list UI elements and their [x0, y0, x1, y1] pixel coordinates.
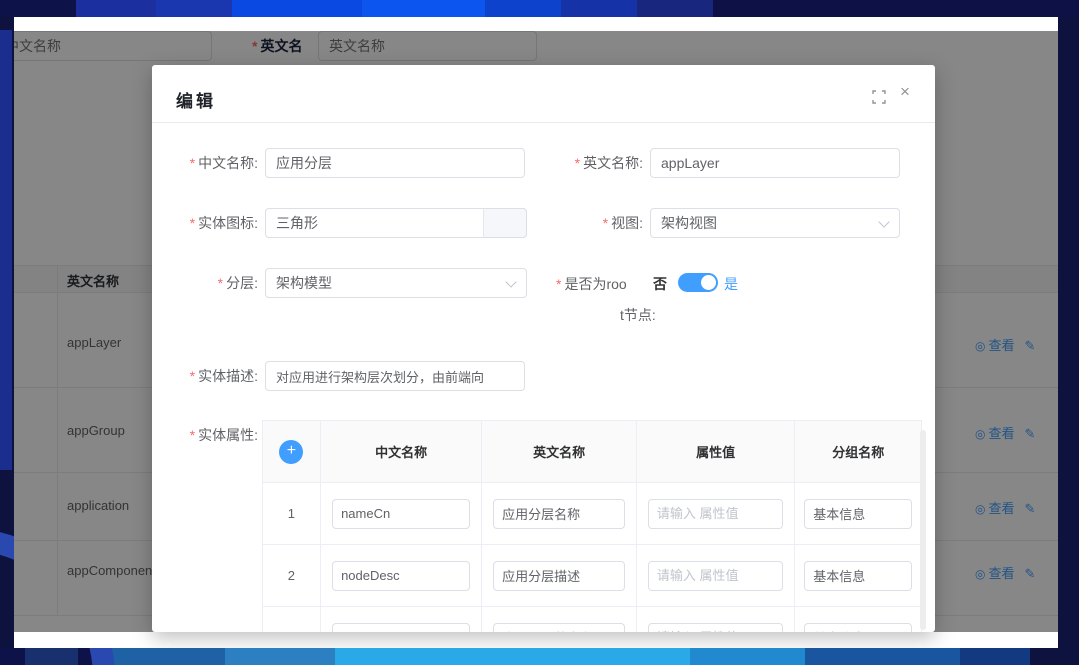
attr-table: + 中文名称 英文名称 属性值 分组名称 1 2 — [262, 420, 922, 632]
deco-segment — [225, 648, 335, 665]
attr-cell — [637, 483, 796, 544]
attr-en-input[interactable] — [493, 499, 625, 529]
attr-col-header: 属性值 — [696, 442, 735, 461]
deco-segment — [1030, 648, 1079, 665]
en-name-label: *英文名称: — [532, 148, 643, 178]
attr-value-input[interactable] — [648, 561, 783, 591]
top-deco-strip — [0, 0, 1079, 17]
row-number: 1 — [288, 506, 295, 521]
deco-segment — [76, 0, 156, 17]
is-root-toggle[interactable] — [678, 273, 718, 292]
attr-cell — [482, 483, 637, 544]
screen: *英文名 英文名称 appLayer appGroup application … — [0, 0, 1079, 665]
row-number: 3 — [288, 630, 295, 632]
toggle-on-text: 是 — [724, 274, 738, 294]
attr-en-input[interactable] — [493, 561, 625, 591]
attr-cell: 3 — [263, 607, 321, 632]
attr-cell — [795, 545, 921, 606]
attr-value-input[interactable] — [648, 623, 783, 633]
view-select[interactable] — [650, 208, 900, 238]
attr-en-input[interactable] — [493, 623, 625, 633]
attr-cell — [482, 545, 637, 606]
attr-col-header: 分组名称 — [832, 442, 884, 461]
close-icon[interactable]: × — [900, 83, 910, 100]
entity-attrs-label: *实体属性: — [152, 420, 258, 450]
attr-cell — [321, 545, 483, 606]
deco-segment — [561, 0, 637, 17]
deco-segment — [335, 648, 690, 665]
attr-value-input[interactable] — [648, 499, 783, 529]
en-name-input[interactable] — [650, 148, 900, 178]
deco-segment — [232, 0, 362, 17]
edit-dialog: 编辑 × *中文名称: *英文名称: *实体图标: — [152, 65, 935, 632]
deco-segment — [362, 0, 485, 17]
cn-name-label: *中文名称: — [152, 148, 258, 178]
entity-desc-input[interactable] — [265, 361, 525, 391]
attr-table-row: 1 — [263, 483, 921, 545]
attr-cell — [795, 483, 921, 544]
deco-segment — [110, 648, 225, 665]
attr-group-input[interactable] — [804, 561, 912, 591]
add-row-button[interactable]: + — [279, 440, 303, 464]
attr-group-input[interactable] — [804, 623, 912, 633]
is-root-label-line1: *是否为roo — [556, 274, 627, 294]
attr-header-cell: 中文名称 — [321, 421, 483, 482]
attr-cn-input[interactable] — [332, 561, 470, 591]
deco-segment — [713, 0, 1079, 17]
attr-header-cell: 英文名称 — [482, 421, 637, 482]
deco-segment — [0, 0, 76, 17]
view-label: *视图: — [532, 208, 643, 238]
app-window: *英文名 英文名称 appLayer appGroup application … — [14, 17, 1058, 648]
deco-segment — [805, 648, 960, 665]
required-asterisk: * — [190, 368, 195, 384]
bottom-deco-strip — [0, 648, 1079, 665]
dialog-title: 编辑 — [176, 87, 216, 112]
attr-cell — [637, 545, 796, 606]
attr-cn-input[interactable] — [332, 623, 470, 633]
attr-col-header: 中文名称 — [375, 442, 427, 461]
attr-col-header: 英文名称 — [533, 442, 585, 461]
attr-cell — [795, 607, 921, 632]
deco-segment — [960, 648, 1030, 665]
fullscreen-icon[interactable] — [872, 90, 886, 104]
attr-cell — [321, 607, 483, 632]
attr-table-header: + 中文名称 英文名称 属性值 分组名称 — [263, 421, 921, 483]
deco-segment — [485, 0, 561, 17]
dialog-scrollbar[interactable] — [920, 430, 926, 630]
required-asterisk: * — [190, 427, 195, 443]
deco-segment — [637, 0, 713, 17]
attr-cell: 2 — [263, 545, 321, 606]
divider — [152, 122, 935, 123]
layer-select[interactable] — [265, 268, 527, 298]
attr-table-row: 2 — [263, 545, 921, 607]
required-asterisk: * — [575, 155, 580, 171]
attr-header-cell: 属性值 — [637, 421, 796, 482]
toggle-off-text: 否 — [653, 274, 667, 294]
attr-group-input[interactable] — [804, 499, 912, 529]
deco-segment — [156, 0, 232, 17]
row-number: 2 — [288, 568, 295, 583]
is-root-label-line2: t节点: — [620, 305, 656, 325]
required-asterisk: * — [190, 215, 195, 231]
attr-cell — [321, 483, 483, 544]
toggle-knob — [701, 275, 716, 290]
attr-header-cell: + — [263, 421, 321, 482]
attr-cn-input[interactable] — [332, 499, 470, 529]
required-asterisk: * — [556, 276, 561, 292]
attr-cell — [637, 607, 796, 632]
required-asterisk: * — [218, 275, 223, 291]
deco-segment — [690, 648, 805, 665]
attr-table-row: 3 — [263, 607, 921, 632]
required-asterisk: * — [190, 155, 195, 171]
entity-icon-label: *实体图标: — [152, 208, 258, 238]
layer-label: *分层: — [152, 268, 258, 298]
attr-cell — [482, 607, 637, 632]
required-asterisk: * — [603, 215, 608, 231]
attr-cell: 1 — [263, 483, 321, 544]
icon-picker-addon[interactable] — [483, 208, 527, 238]
attr-header-cell: 分组名称 — [795, 421, 921, 482]
cn-name-input[interactable] — [265, 148, 525, 178]
entity-desc-label: *实体描述: — [152, 361, 258, 391]
left-deco-bar — [0, 30, 12, 470]
